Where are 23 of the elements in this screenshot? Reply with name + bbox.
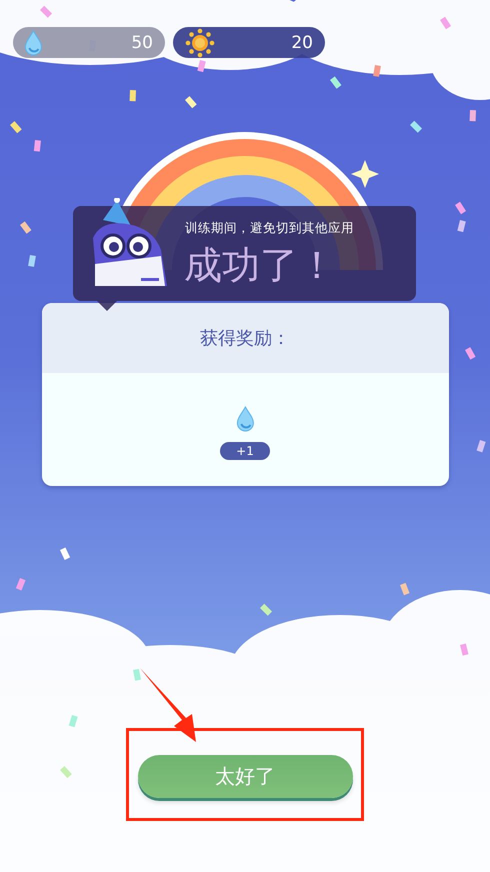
tip-text: 训练期间，避免切到其他应用 <box>185 220 354 237</box>
confetti-piece <box>457 220 466 232</box>
confetti-piece <box>400 582 410 596</box>
confetti-piece <box>455 202 466 214</box>
sun-icon <box>183 28 217 58</box>
confetti-piece <box>28 255 36 267</box>
water-drop-icon <box>23 30 44 56</box>
confetti-piece <box>20 221 32 234</box>
confetti-piece <box>465 347 476 360</box>
confetti-piece <box>60 547 70 560</box>
confetti-piece <box>476 440 486 452</box>
confetti-piece <box>410 120 422 133</box>
resource-count: 50 <box>131 32 153 52</box>
water-drop-icon <box>234 406 256 432</box>
success-title: 成功了！ <box>183 242 336 289</box>
confetti-piece <box>34 140 41 152</box>
reward-heading: 获得奖励： <box>200 327 290 350</box>
confetti-piece <box>10 121 22 134</box>
resource-count: 20 <box>291 32 313 52</box>
confetti-piece <box>470 110 476 122</box>
confirm-button[interactable]: 太好了 <box>138 755 352 798</box>
reward-amount: +1 <box>220 442 270 460</box>
confetti-piece <box>16 578 26 590</box>
